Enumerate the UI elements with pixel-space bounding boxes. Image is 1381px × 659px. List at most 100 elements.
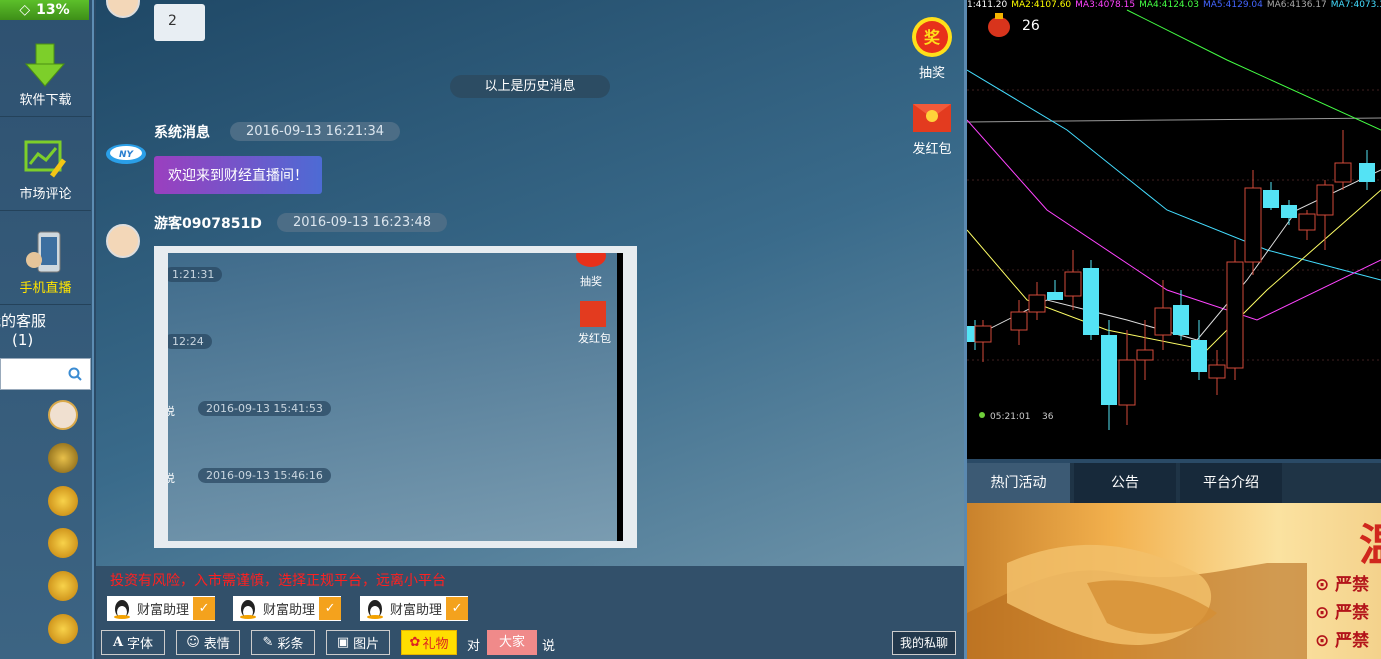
redpack-button[interactable]: 发红包 (910, 98, 954, 157)
candle-body (1010, 311, 1028, 331)
candle-body (1298, 213, 1316, 231)
qq-penguin-icon (114, 599, 130, 619)
history-notice: 以上是历史消息 (450, 75, 610, 98)
nav-mobile-live[interactable]: 手机直播 (0, 212, 91, 305)
wealth-badge-icon[interactable] (48, 443, 78, 473)
svg-text:NY: NY (119, 150, 135, 160)
vip-badge-icon[interactable] (48, 614, 78, 644)
smiley-icon: ☺ (186, 635, 200, 650)
candle-body (1208, 364, 1226, 379)
private-chat-button[interactable]: 我的私聊 (892, 631, 956, 655)
candle-body (1083, 268, 1099, 335)
left-sidebar: ◇ 13% 软件下载 市场评论 手机直播 我的客服 (1) (0, 0, 94, 659)
candle-body (1263, 190, 1279, 208)
message-sender: 系统消息 (154, 125, 210, 141)
preview-label: 抽奖 (580, 275, 602, 288)
preview-label: 说 (168, 405, 175, 418)
prize-label: 抽奖 (918, 66, 945, 81)
tab-platform-intro[interactable]: 平台介绍 (1180, 463, 1282, 503)
candle-body (1136, 349, 1154, 361)
customer-service-title: 我的客服 (1) (0, 310, 91, 349)
chart-footer-users: 36 (1042, 412, 1054, 422)
prize-button[interactable]: 奖 抽奖 (910, 16, 954, 81)
nav-label: 软件下载 (19, 93, 72, 108)
system-message-bubble: 欢迎来到财经直播间！ (154, 156, 322, 194)
handshake-image (967, 544, 1307, 659)
banner-headline: 温 (1359, 509, 1381, 573)
banner-rule: 严禁 (1315, 627, 1369, 655)
say-label: 说 (542, 639, 556, 654)
online-count: 26 (1022, 18, 1040, 34)
chart-footer-time: 05:21:01 (990, 412, 1030, 422)
nav-market-review[interactable]: 市场评论 (0, 118, 91, 211)
gift-button[interactable]: ✿ 礼物 (401, 630, 457, 655)
kline-plot: 05:21:01 36 (967, 9, 1381, 430)
verified-icon: ✓ (319, 597, 342, 620)
cs-search-input[interactable] (1, 359, 61, 387)
user-avatar[interactable] (106, 224, 140, 258)
flower-icon: ✿ (409, 635, 421, 650)
font-icon: A (112, 635, 124, 650)
preview-time: 2016-09-13 15:46:16 (198, 468, 331, 483)
qq-penguin-icon (367, 599, 383, 619)
message-time: 2016-09-13 16:23:48 (277, 213, 448, 232)
message-text: 2 (168, 13, 177, 29)
banner-rule: 备当 (1315, 655, 1369, 659)
nav-software-download[interactable]: 软件下载 (0, 24, 91, 117)
helper-qq-button[interactable]: 财富助理 ✓ (233, 596, 342, 621)
image-message[interactable]: 1:21:31 12:24 说 2016-09-13 15:41:53 说 20… (154, 246, 637, 548)
to-label: 对 (467, 639, 481, 654)
cs-title-text: 我的客服 (0, 312, 47, 330)
font-label: 字体 (127, 637, 154, 652)
emoji-button[interactable]: ☺ 表情 (176, 630, 240, 655)
helper-qq-button[interactable]: 财富助理 ✓ (107, 596, 216, 621)
screenshot-preview: 1:21:31 12:24 说 2016-09-13 15:41:53 说 20… (168, 253, 623, 541)
svg-text:奖: 奖 (924, 28, 941, 47)
candle-body (1047, 292, 1063, 300)
preview-time: 1:21:31 (168, 267, 223, 282)
preview-time: 2016-09-13 15:41:53 (198, 401, 331, 416)
helper-label: 财富助理 (390, 603, 443, 618)
preview-time: 12:24 (168, 334, 212, 349)
risk-notice: 投资有风险，入市需谨慎，选择正规平台，远离小平台 (110, 573, 446, 589)
vip-badge-icon[interactable] (48, 571, 78, 601)
prize-icon: 奖 (912, 17, 952, 57)
download-arrow-icon (24, 43, 66, 87)
level-percent: 13% (36, 2, 70, 18)
tab-hot-activity[interactable]: 热门活动 (967, 463, 1070, 503)
image-icon: ▣ (336, 635, 350, 650)
nav-label: 手机直播 (19, 281, 72, 296)
promo-banner[interactable]: 温 严禁 严禁 严禁 备当 (967, 503, 1381, 659)
search-icon[interactable] (68, 367, 82, 385)
vip-badge-icon[interactable] (48, 486, 78, 516)
image-label: 图片 (353, 637, 380, 652)
banner-rule: 严禁 (1315, 599, 1369, 627)
image-button[interactable]: ▣ 图片 (326, 630, 390, 655)
candle-body (1191, 340, 1207, 372)
font-button[interactable]: A 字体 (101, 630, 165, 655)
candle-body (1226, 261, 1244, 369)
chart-review-icon (24, 140, 66, 178)
mobile-live-icon (26, 231, 61, 273)
candle-body (1154, 307, 1172, 336)
cs-avatar[interactable] (48, 400, 78, 430)
info-tabs: 热门活动 公告 平台介绍 (967, 463, 1381, 503)
tab-announcement[interactable]: 公告 (1074, 463, 1176, 503)
candle-body (1359, 163, 1375, 182)
vip-badge-icon[interactable] (48, 528, 78, 558)
target-select[interactable]: 大家 (487, 630, 537, 655)
redpack-label: 发红包 (912, 142, 952, 157)
money-bag-icon (988, 13, 1010, 37)
color-bar-button[interactable]: ✎ 彩条 (251, 630, 315, 655)
preview-edge (617, 253, 623, 541)
candle-body (1118, 359, 1136, 406)
candle-body (1028, 294, 1046, 313)
candle-body (1316, 184, 1334, 216)
color-bar-label: 彩条 (277, 637, 304, 652)
message-sender[interactable]: 游客0907851D (154, 213, 262, 233)
preview-label: 发红包 (578, 332, 611, 345)
candle-body (1064, 271, 1082, 297)
helper-qq-button[interactable]: 财富助理 ✓ (360, 596, 469, 621)
user-avatar[interactable] (106, 0, 140, 18)
kline-chart[interactable]: 1:411.20 MA2:4107.60 MA3:4078.15 MA4:412… (967, 0, 1381, 459)
